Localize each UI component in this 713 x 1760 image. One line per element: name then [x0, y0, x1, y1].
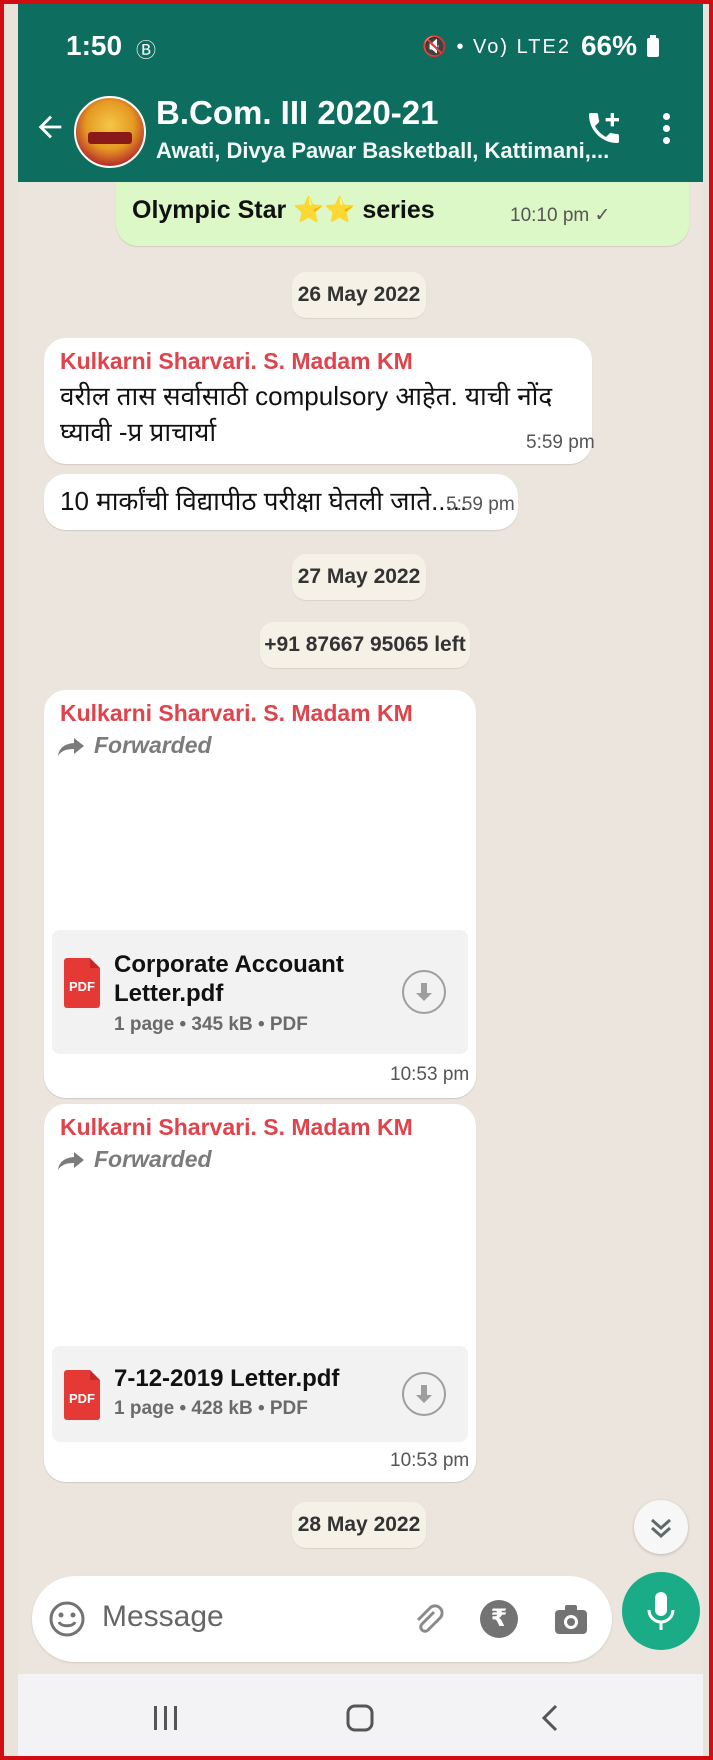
message-time: 10:53 pm: [390, 1064, 470, 1085]
message-text: वरील तास सर्वासाठी compulsory आहेत. याची…: [60, 381, 553, 447]
document-meta: 1 page • 428 kB • PDF: [114, 1398, 308, 1419]
system-nav-bar: [18, 1674, 703, 1756]
voice-message-button[interactable]: [622, 1572, 700, 1650]
camera-icon[interactable]: [552, 1600, 590, 1638]
battery-icon: [647, 35, 659, 57]
toolbar: B.Com. III 2020-21 Awati, Divya Pawar Ba…: [18, 90, 703, 182]
pdf-icon: PDF: [64, 1370, 100, 1420]
download-icon: [416, 1385, 432, 1403]
incoming-message[interactable]: 10 मार्कांची विद्यापीठ परीक्षा घेतली जात…: [44, 474, 518, 530]
chat-header: 1:50 Ⓑ 🔇 • Vo) LTE2 66% B.Com. III 2020-…: [18, 4, 703, 182]
more-options-button[interactable]: [656, 108, 676, 154]
group-members[interactable]: Awati, Divya Pawar Basketball, Kattimani…: [156, 138, 609, 164]
forwarded-label: Forwarded: [58, 1146, 212, 1173]
nav-back-icon[interactable]: [532, 1698, 572, 1738]
document-meta: 1 page • 345 kB • PDF: [114, 1014, 308, 1035]
sender-name[interactable]: Kulkarni Sharvari. S. Madam KM: [60, 348, 413, 375]
document-attachment[interactable]: PDF 7-12-2019 Letter.pdf 1 page • 428 kB…: [52, 1346, 468, 1442]
document-message[interactable]: Kulkarni Sharvari. S. Madam KM Forwarded…: [44, 690, 476, 1098]
signal-icons: 🔇 • Vo) LTE2: [422, 35, 571, 58]
back-button[interactable]: [30, 108, 70, 156]
message-composer: Message ₹: [32, 1576, 612, 1662]
forward-icon: [58, 737, 84, 756]
download-icon: [416, 983, 432, 1001]
download-button[interactable]: [402, 970, 446, 1014]
message-time: 10:10 pm ✓: [510, 205, 611, 226]
document-message[interactable]: Kulkarni Sharvari. S. Madam KM Forwarded…: [44, 1104, 476, 1482]
scroll-to-bottom-button[interactable]: [634, 1500, 688, 1554]
status-time: 1:50: [66, 30, 123, 61]
add-call-button[interactable]: [584, 108, 630, 154]
sender-name[interactable]: Kulkarni Sharvari. S. Madam KM: [60, 700, 413, 727]
document-name: 7-12-2019 Letter.pdf: [114, 1365, 340, 1392]
group-title[interactable]: B.Com. III 2020-21: [156, 94, 438, 132]
attach-icon[interactable]: [408, 1600, 446, 1638]
group-avatar[interactable]: [74, 96, 146, 168]
add-call-icon: [589, 113, 619, 143]
message-text: Olympic Star ⭐⭐ series: [132, 196, 435, 224]
chat-area[interactable]: Olympic Star ⭐⭐ series 10:10 pm ✓ 26 May…: [18, 182, 703, 1678]
outgoing-message[interactable]: Olympic Star ⭐⭐ series 10:10 pm ✓: [116, 182, 689, 246]
rupee-icon[interactable]: ₹: [480, 1600, 518, 1638]
emoji-icon[interactable]: [48, 1600, 86, 1638]
forward-icon: [58, 1151, 84, 1170]
forwarded-label: Forwarded: [58, 732, 212, 759]
back-arrow-icon: [38, 115, 62, 139]
sender-name[interactable]: Kulkarni Sharvari. S. Madam KM: [60, 1114, 413, 1141]
home-icon[interactable]: [340, 1698, 380, 1738]
status-left-icons: Ⓑ: [136, 40, 156, 62]
date-chip: 28 May 2022: [292, 1502, 426, 1548]
message-time: 5:59 pm: [446, 494, 515, 515]
date-chip: 26 May 2022: [292, 272, 426, 318]
scroll-down-icon: [651, 1518, 671, 1539]
document-name: Corporate Accouant Letter.pdf: [114, 951, 344, 1007]
battery-percent: 66%: [580, 30, 637, 61]
download-button[interactable]: [402, 1372, 446, 1416]
pdf-icon: PDF: [64, 958, 100, 1008]
date-chip: 27 May 2022: [292, 554, 426, 600]
system-notice: +91 87667 95065 left: [260, 622, 470, 668]
message-time: 10:53 pm: [390, 1450, 470, 1471]
phone-frame: 1:50 Ⓑ 🔇 • Vo) LTE2 66% B.Com. III 2020-…: [0, 0, 713, 1760]
message-time: 5:59 pm: [526, 432, 595, 453]
status-bar: 1:50 Ⓑ 🔇 • Vo) LTE2 66%: [18, 4, 703, 94]
recents-icon[interactable]: [146, 1698, 186, 1738]
status-right: 🔇 • Vo) LTE2 66%: [422, 30, 659, 62]
mic-icon: [647, 1592, 675, 1630]
document-attachment[interactable]: PDF Corporate Accouant Letter.pdf 1 page…: [52, 930, 468, 1054]
message-input[interactable]: Message: [102, 1600, 224, 1634]
more-vert-icon: [662, 113, 670, 120]
incoming-message[interactable]: Kulkarni Sharvari. S. Madam KM वरील तास …: [44, 338, 595, 464]
message-text: 10 मार्कांची विद्यापीठ परीक्षा घेतली जात…: [60, 486, 468, 516]
